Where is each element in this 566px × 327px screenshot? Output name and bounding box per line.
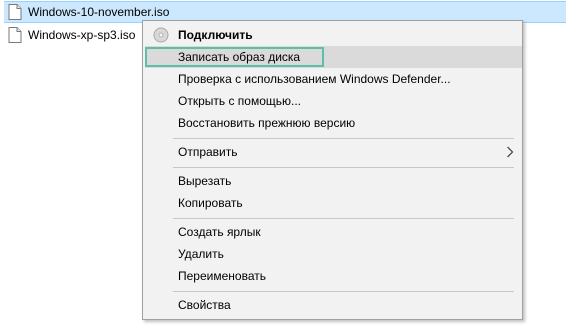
menu-separator bbox=[173, 138, 514, 139]
menu-separator bbox=[173, 291, 514, 292]
menu-item-defender[interactable]: Проверка с использованием Windows Defend… bbox=[145, 68, 522, 90]
file-row-windows-xp[interactable]: Windows-xp-sp3.iso bbox=[4, 24, 135, 46]
chevron-right-icon bbox=[507, 146, 514, 158]
menu-item-label: Проверка с использованием Windows Defend… bbox=[178, 72, 451, 86]
menu-item-label: Вырезать bbox=[178, 174, 232, 188]
menu-item-label: Восстановить прежнюю версию bbox=[178, 116, 356, 130]
menu-item-properties[interactable]: Свойства bbox=[145, 294, 522, 316]
menu-separator bbox=[173, 218, 514, 219]
file-name: Windows-xp-sp3.iso bbox=[28, 28, 136, 42]
menu-item-mount[interactable]: Подключить bbox=[145, 24, 522, 46]
menu-item-label: Записать образ диска bbox=[178, 50, 301, 64]
menu-item-label: Копировать bbox=[178, 196, 243, 210]
menu-item-open-with[interactable]: Открыть с помощью... bbox=[145, 90, 522, 112]
context-menu: Подключить Записать образ диска Проверка… bbox=[142, 20, 523, 320]
menu-item-label: Отправить bbox=[178, 145, 238, 159]
menu-item-restore[interactable]: Восстановить прежнюю версию bbox=[145, 112, 522, 134]
menu-item-cut[interactable]: Вырезать bbox=[145, 170, 522, 192]
menu-item-delete[interactable]: Удалить bbox=[145, 243, 522, 265]
menu-item-rename[interactable]: Переименовать bbox=[145, 265, 522, 287]
disc-icon bbox=[153, 27, 169, 43]
file-name: Windows-10-november.iso bbox=[28, 5, 170, 19]
menu-item-label: Свойства bbox=[178, 298, 231, 312]
menu-item-label: Открыть с помощью... bbox=[178, 94, 302, 108]
menu-item-label: Создать ярлык bbox=[178, 225, 261, 239]
menu-item-create-shortcut[interactable]: Создать ярлык bbox=[145, 221, 522, 243]
menu-item-label: Переименовать bbox=[178, 269, 266, 283]
menu-item-burn[interactable]: Записать образ диска bbox=[145, 46, 522, 68]
menu-item-label: Удалить bbox=[178, 247, 224, 261]
document-icon bbox=[8, 27, 22, 43]
menu-item-copy[interactable]: Копировать bbox=[145, 192, 522, 214]
document-icon bbox=[8, 4, 22, 20]
menu-item-label: Подключить bbox=[178, 28, 253, 42]
menu-item-send-to[interactable]: Отправить bbox=[145, 141, 522, 163]
menu-separator bbox=[173, 167, 514, 168]
